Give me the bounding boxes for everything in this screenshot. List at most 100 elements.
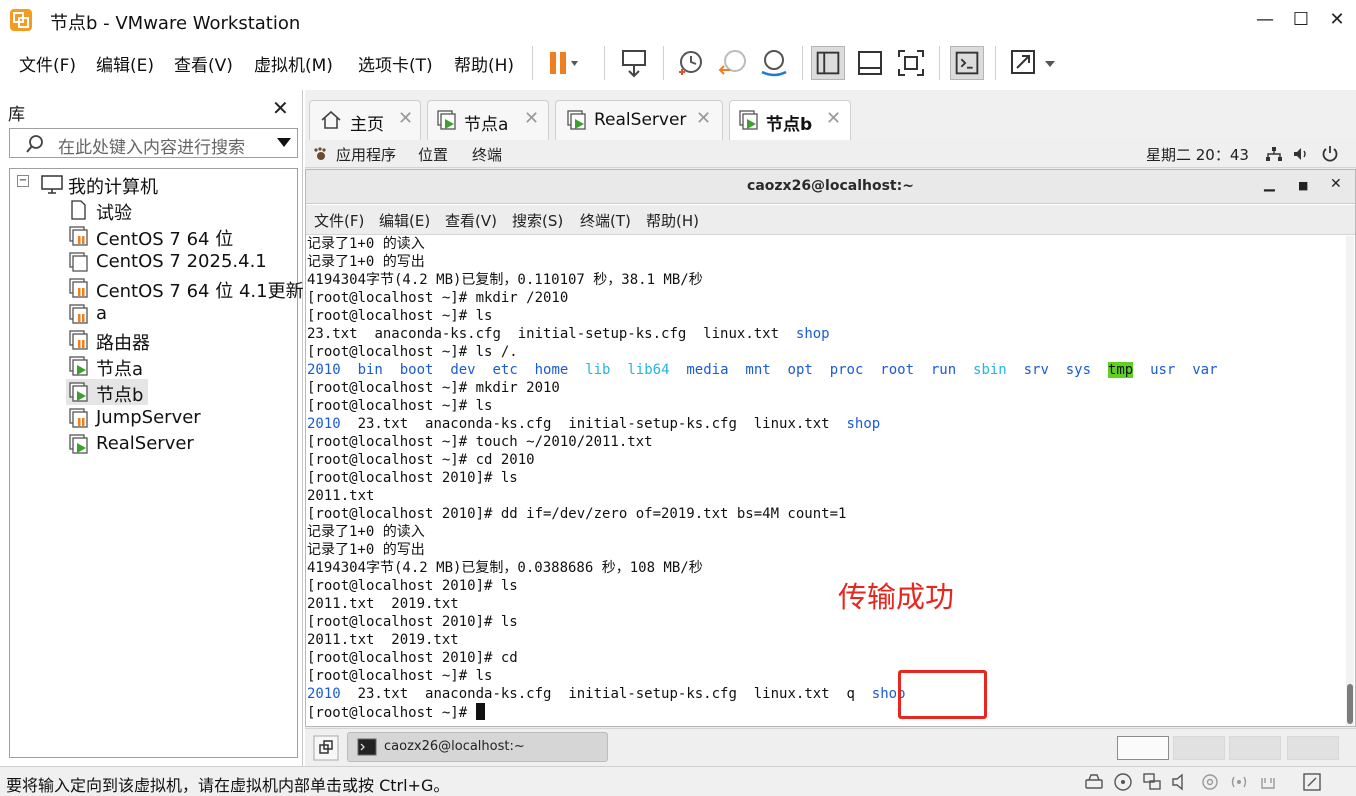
stretch-guest-icon[interactable] <box>1007 46 1059 80</box>
menu-tabs[interactable]: 选项卡(T) <box>358 51 433 76</box>
terminal-minimize-button[interactable]: ▁ <box>1264 176 1275 192</box>
tree-item-centos-64[interactable]: CentOS 7 64 位 <box>96 225 233 251</box>
hard-disk-icon[interactable] <box>1084 772 1104 792</box>
cd-drive-icon[interactable] <box>1113 772 1133 792</box>
menu-help[interactable]: 帮助(H) <box>454 51 514 76</box>
maximize-button[interactable]: ☐ <box>1283 6 1319 34</box>
tab-strip: 主页 ✕ 节点a ✕ RealServer ✕ 节点b ✕ <box>305 90 1356 140</box>
title-bar: 节点b - VMware Workstation — ☐ ✕ <box>0 0 1356 40</box>
volume-icon[interactable] <box>1292 146 1310 162</box>
tree-item-node-b[interactable]: 节点b <box>96 381 143 407</box>
close-icon[interactable]: ✕ <box>826 108 841 129</box>
menu-edit[interactable]: 编辑(E) <box>96 51 154 76</box>
terminal-menu-search[interactable]: 搜索(S) <box>512 210 563 231</box>
wireless-icon[interactable] <box>1229 772 1249 792</box>
full-screen-icon[interactable] <box>894 46 928 80</box>
applications-menu[interactable]: 应用程序 <box>336 144 396 165</box>
status-message: 要将输入定向到该虚拟机，请在虚拟机内部单击或按 Ctrl+G。 <box>6 776 450 795</box>
terminal-line: 记录了1+0 的读入 <box>307 524 425 540</box>
thumbnail-bar-icon[interactable] <box>853 46 887 80</box>
vm-stopped-icon <box>69 278 88 298</box>
terminal-scrollbar[interactable] <box>1346 236 1354 726</box>
network-icon[interactable] <box>1265 146 1283 162</box>
close-icon[interactable]: ✕ <box>696 108 711 129</box>
menu-vm[interactable]: 虚拟机(M) <box>254 51 333 76</box>
send-ctrl-alt-del-icon[interactable] <box>618 46 652 80</box>
sound-card-icon[interactable] <box>1171 772 1191 792</box>
close-button[interactable]: ✕ <box>1319 6 1355 34</box>
tab-node-a[interactable]: 节点a ✕ <box>427 100 549 140</box>
tab-home[interactable]: 主页 ✕ <box>309 100 421 140</box>
message-log-icon[interactable] <box>1302 772 1322 792</box>
terminal-window[interactable]: caozx26@localhost:~ ▁ ■ ✕ 文件(F) 编辑(E) 查看… <box>305 169 1356 727</box>
terminal-menu-file[interactable]: 文件(F) <box>314 210 364 231</box>
minimize-button[interactable]: — <box>1247 6 1283 34</box>
library-pane: 库 ✕ 在此处键入内容进行搜索 − 我的计算机 试验 CentOS 7 64 位… <box>0 90 304 766</box>
library-header: 库 <box>8 105 25 125</box>
workspace-2[interactable] <box>1173 736 1225 760</box>
terminal-menu-view[interactable]: 查看(V) <box>445 210 497 231</box>
vm-stopped-icon <box>69 304 88 324</box>
snapshot-manager-icon[interactable] <box>757 46 791 80</box>
taskbar-terminal-item[interactable]: caozx26@localhost:~ <box>347 732 608 762</box>
tree-item-router[interactable]: 路由器 <box>96 329 150 355</box>
terminal-line: [root@localhost ~]# <box>307 703 485 721</box>
terminal-close-button[interactable]: ✕ <box>1330 176 1342 192</box>
terminal-line: 4194304字节(4.2 MB)已复制，0.0388686 秒，108 MB/… <box>307 560 703 576</box>
workspace-4[interactable] <box>1287 736 1339 760</box>
scrollbar-thumb[interactable] <box>1347 684 1353 724</box>
close-icon[interactable]: ✕ <box>524 108 539 129</box>
console-view-icon[interactable] <box>950 46 984 80</box>
usb-icon[interactable] <box>1200 772 1220 792</box>
terminal-line: 2011.txt 2019.txt <box>307 632 459 648</box>
workspace-3[interactable] <box>1229 736 1281 760</box>
tree-item-shiyan[interactable]: 试验 <box>96 199 132 225</box>
tab-realserver[interactable]: RealServer ✕ <box>555 100 723 140</box>
clock[interactable]: 星期二 20：43 <box>1146 144 1249 165</box>
toolbar-separator <box>663 46 664 80</box>
tree-item-node-a[interactable]: 节点a <box>96 355 143 381</box>
menu-view[interactable]: 查看(V) <box>174 51 233 76</box>
terminal-menu-edit[interactable]: 编辑(E) <box>379 210 430 231</box>
terminal-output[interactable]: 记录了1+0 的读入 记录了1+0 的写出 4194304字节(4.2 MB)已复制… <box>306 235 1346 726</box>
terminal-maximize-button[interactable]: ■ <box>1298 179 1308 192</box>
terminal-menu-help[interactable]: 帮助(H) <box>646 210 699 231</box>
library-close-button[interactable]: ✕ <box>272 96 289 120</box>
collapse-toggle[interactable]: − <box>17 175 29 187</box>
terminal-line: 2011.txt 2019.txt <box>307 596 459 612</box>
terminal-line: 2011.txt <box>307 488 375 504</box>
tree-item-realserver[interactable]: RealServer <box>96 433 194 454</box>
library-view-icon[interactable] <box>811 46 845 80</box>
toolbar-separator <box>604 46 605 80</box>
taskbar-item-label: caozx26@localhost:~ <box>384 739 525 754</box>
guest-display[interactable]: 应用程序 位置 终端 星期二 20：43 caozx26@localhost:~… <box>305 140 1356 768</box>
tree-root-my-computer[interactable]: 我的计算机 <box>68 173 158 199</box>
revert-snapshot-icon[interactable] <box>716 46 750 80</box>
library-search-input[interactable]: 在此处键入内容进行搜索 <box>9 128 298 158</box>
workspace-1[interactable] <box>1117 736 1169 760</box>
snapshot-icon[interactable] <box>674 46 708 80</box>
show-desktop-icon[interactable] <box>313 735 339 761</box>
tab-node-b[interactable]: 节点b ✕ <box>729 100 851 140</box>
terminal-menu-terminal[interactable]: 终端(T) <box>580 210 631 231</box>
pause-icon[interactable] <box>545 46 579 80</box>
vm-running-icon <box>69 434 88 454</box>
power-icon[interactable] <box>1321 145 1339 163</box>
places-menu[interactable]: 位置 <box>418 144 448 165</box>
close-icon[interactable]: ✕ <box>398 108 413 129</box>
status-bar: 要将输入定向到该虚拟机，请在虚拟机内部单击或按 Ctrl+G。 <box>0 766 1356 796</box>
terminal-title: caozx26@localhost:~ <box>747 178 914 194</box>
chevron-down-icon[interactable] <box>277 138 291 147</box>
terminal-menu[interactable]: 终端 <box>472 144 502 165</box>
network-adapter-icon[interactable] <box>1142 772 1162 792</box>
printer-icon[interactable] <box>1258 772 1278 792</box>
menu-file[interactable]: 文件(F) <box>19 51 76 76</box>
tree-item-a[interactable]: a <box>96 303 107 324</box>
vm-icon <box>69 252 88 272</box>
annotation-highlight-box <box>898 670 987 719</box>
gnome-bottom-bar: caozx26@localhost:~ <box>305 728 1356 768</box>
tree-item-jumpserver[interactable]: JumpServer <box>96 407 201 428</box>
tree-item-centos-2025[interactable]: CentOS 7 2025.4.1 <box>96 251 267 272</box>
vm-running-icon <box>69 382 88 402</box>
tree-item-centos-4-1[interactable]: CentOS 7 64 位 4.1更新 <box>96 277 304 303</box>
